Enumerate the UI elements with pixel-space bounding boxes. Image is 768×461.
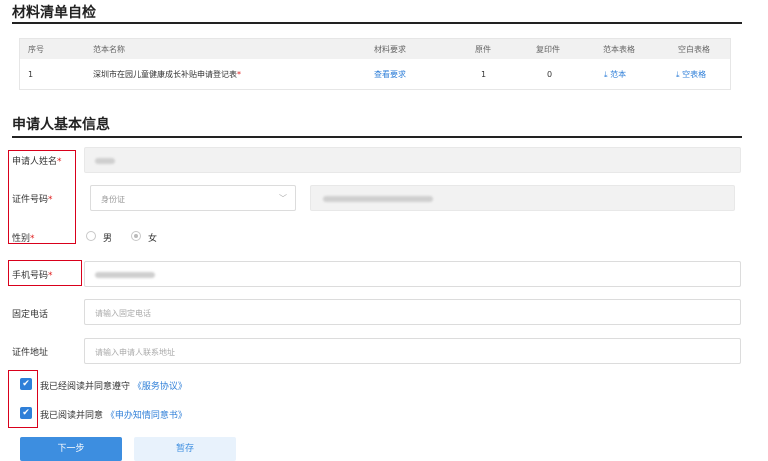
check-icon: ✔	[22, 379, 30, 389]
download-icon: ⤓	[604, 69, 608, 79]
row-original: 1	[481, 69, 487, 79]
materials-section-title: 材料清单自检	[12, 5, 96, 21]
header-copy: 复印件	[536, 44, 560, 54]
landline-placeholder: 请输入固定电话	[95, 309, 151, 318]
id-number-label: 证件号码*	[12, 195, 53, 205]
download-icon: ⤓	[676, 69, 680, 79]
address-placeholder: 请输入申请人联系地址	[95, 348, 175, 357]
id-type-value: 身份证	[101, 195, 125, 204]
header-requirement: 材料要求	[374, 44, 406, 54]
address-label: 证件地址	[12, 348, 49, 358]
check-icon: ✔	[22, 408, 30, 418]
gender-male-radio[interactable]	[86, 231, 96, 241]
applicant-name-label: 申请人姓名*	[12, 157, 62, 167]
redacted-value	[95, 158, 115, 164]
landline-label: 固定电话	[12, 310, 49, 320]
save-draft-button[interactable]: 暂存	[134, 437, 236, 461]
consent-text: 我已阅读并同意 《申办知情同意书》	[40, 411, 187, 421]
table-header: 序号 范本名称 材料要求 原件 复印件 范本表格 空白表格	[20, 39, 730, 59]
chevron-down-icon: ﹀	[279, 194, 287, 203]
applicant-section-title: 申请人基本信息	[12, 117, 110, 133]
blank-download-link[interactable]: ⤓ 空表格	[676, 69, 706, 80]
section-divider	[12, 22, 742, 24]
consent-checkbox[interactable]: ✔	[20, 407, 32, 419]
sample-download-link[interactable]: ⤓ 范本	[604, 69, 626, 80]
phone-field[interactable]	[84, 261, 741, 287]
materials-table: 序号 范本名称 材料要求 原件 复印件 范本表格 空白表格 1 深圳市在园儿童健…	[19, 38, 731, 90]
service-agreement-text: 我已经阅读并同意遵守 《服务协议》	[40, 382, 187, 392]
header-name: 范本名称	[93, 44, 125, 54]
service-agreement-link[interactable]: 《服务协议》	[133, 382, 187, 392]
consent-link[interactable]: 《申办知情同意书》	[106, 411, 187, 421]
id-number-field[interactable]	[310, 185, 735, 211]
view-requirements-link[interactable]: 查看要求	[374, 69, 406, 80]
gender-female-label: 女	[148, 234, 158, 244]
gender-female-radio[interactable]	[131, 231, 141, 241]
table-row: 1 深圳市在园儿童健康成长补贴申请登记表* 查看要求 1 0 ⤓ 范本 ⤓ 空表…	[20, 59, 730, 89]
header-index: 序号	[28, 44, 44, 54]
row-index: 1	[28, 69, 34, 79]
id-type-select[interactable]: 身份证 ﹀	[90, 185, 296, 211]
row-copy: 0	[547, 69, 553, 79]
gender-male-label: 男	[103, 234, 113, 244]
header-sample: 范本表格	[603, 44, 635, 54]
redacted-value	[95, 272, 155, 278]
landline-field[interactable]: 请输入固定电话	[84, 299, 741, 325]
address-field[interactable]: 请输入申请人联系地址	[84, 338, 741, 364]
row-name: 深圳市在园儿童健康成长补贴申请登记表*	[93, 69, 241, 79]
redacted-value	[323, 196, 433, 202]
header-original: 原件	[475, 44, 491, 54]
gender-label: 性别*	[12, 234, 35, 244]
section-divider	[12, 136, 742, 138]
service-agreement-checkbox[interactable]: ✔	[20, 378, 32, 390]
phone-label: 手机号码*	[12, 271, 53, 281]
next-step-button[interactable]: 下一步	[20, 437, 122, 461]
header-blank: 空白表格	[678, 44, 710, 54]
applicant-name-field[interactable]	[84, 147, 741, 173]
